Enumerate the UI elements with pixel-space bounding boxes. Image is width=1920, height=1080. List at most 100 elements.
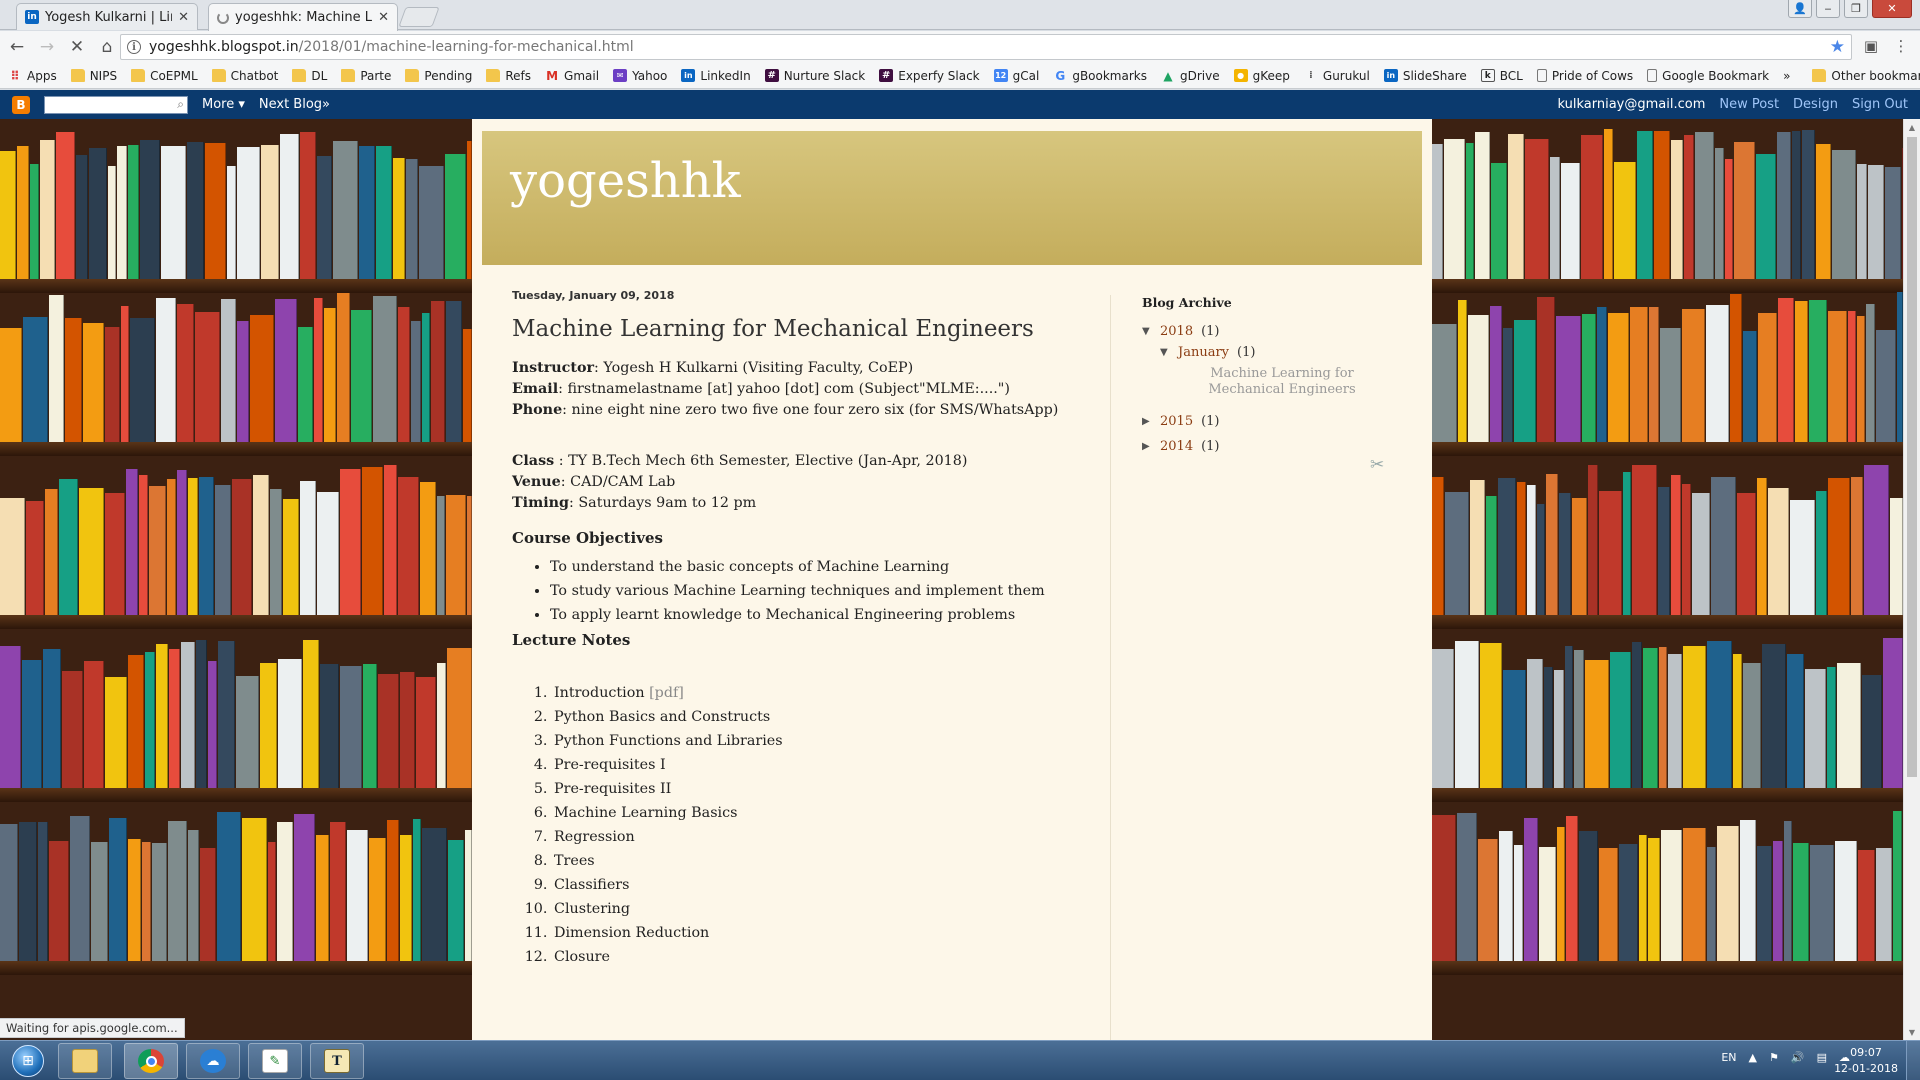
tray-expand-icon[interactable]: ▲: [1749, 1051, 1757, 1064]
book-spine: [1809, 300, 1827, 442]
tab-linkedin[interactable]: in Yogesh Kulkarni | LinkedIn ✕: [16, 3, 198, 30]
account-email[interactable]: kulkarniay@gmail.com: [1557, 97, 1705, 112]
bookmark-slideshare[interactable]: in SlideShare: [1383, 69, 1467, 83]
taskbar-cloud-sync[interactable]: ☁: [186, 1043, 240, 1079]
gmail-icon: M: [546, 68, 559, 83]
start-button[interactable]: ⊞: [5, 1043, 51, 1079]
bookmark-coepml[interactable]: CoEPML: [131, 69, 198, 83]
bookmark-parte[interactable]: Parte: [341, 69, 391, 83]
book-spine: [465, 830, 472, 961]
language-indicator[interactable]: EN: [1721, 1051, 1736, 1064]
vertical-scrollbar[interactable]: ▲ ▼: [1903, 119, 1920, 1040]
other-bookmarks[interactable]: Other bookmarks: [1812, 69, 1920, 83]
archive-year-2018[interactable]: ▼ 2018 (1): [1142, 324, 1402, 339]
bookmark-experfy-slack[interactable]: # Experfy Slack: [879, 69, 980, 83]
extension-icon[interactable]: ▣: [1862, 37, 1880, 55]
book-spine: [1550, 157, 1560, 279]
blog-archive-heading: Blog Archive: [1142, 295, 1232, 310]
list-item: To study various Machine Learning techni…: [550, 581, 1072, 602]
scroll-up-icon[interactable]: ▲: [1904, 119, 1920, 135]
bookmark-gurukul[interactable]: ⁞ Gurukul: [1304, 69, 1370, 83]
book-spine: [393, 158, 405, 279]
forward-button[interactable]: →: [34, 34, 60, 60]
archive-month-january[interactable]: ▼ January (1): [1160, 345, 1402, 360]
restore-button[interactable]: ❐: [1844, 0, 1868, 18]
home-button[interactable]: ⌂: [94, 34, 120, 60]
sign-out-link[interactable]: Sign Out: [1852, 97, 1908, 112]
bookmark-refs[interactable]: Refs: [486, 69, 531, 83]
taskbar-texstudio[interactable]: T: [310, 1043, 364, 1079]
book-spine: [278, 659, 302, 788]
design-link[interactable]: Design: [1793, 97, 1838, 112]
menu-icon[interactable]: ⋮: [1892, 37, 1910, 55]
book-spine: [130, 318, 155, 442]
lecture-list: Introduction [pdf] Python Basics and Con…: [552, 683, 1072, 968]
book-spine: [227, 166, 236, 279]
book-spine: [400, 672, 415, 788]
book-spine: [362, 467, 383, 615]
bookmark-dl[interactable]: DL: [292, 69, 327, 83]
bookmark-gkeep[interactable]: ● gKeep: [1233, 69, 1290, 83]
new-tab-button[interactable]: [398, 7, 440, 27]
bookmark-gmail[interactable]: M Gmail: [545, 69, 599, 83]
book-spine: [1604, 129, 1613, 279]
address-bar[interactable]: i yogeshhk.blogspot.in /2018/01/machine-…: [120, 34, 1852, 60]
bookmarks-overflow-button[interactable]: »: [1783, 69, 1790, 83]
pdf-link[interactable]: [pdf]: [649, 685, 684, 701]
bookmark-pride-of-cows[interactable]: Pride of Cows: [1536, 69, 1633, 83]
next-blog-link[interactable]: Next Blog»: [259, 97, 330, 112]
taskbar-clock[interactable]: 09:07 12-01-2018: [1834, 1045, 1898, 1077]
minimize-button[interactable]: ‒: [1816, 0, 1840, 18]
close-window-button[interactable]: ✕: [1872, 0, 1912, 18]
bookmark-apps[interactable]: ⠿ Apps: [8, 69, 56, 83]
bookmark-nips[interactable]: NIPS: [70, 69, 117, 83]
info-icon[interactable]: i: [127, 40, 141, 54]
show-desktop-button[interactable]: [1906, 1041, 1920, 1080]
blog-search-input[interactable]: ⌕: [44, 95, 188, 114]
expand-right-icon[interactable]: ▶: [1142, 416, 1152, 427]
taskbar-chrome[interactable]: [124, 1043, 178, 1079]
book-spine: [1445, 492, 1469, 615]
search-icon[interactable]: ⌕: [177, 97, 184, 112]
bookmark-gcal[interactable]: 12 gCal: [993, 69, 1039, 83]
close-tab-icon[interactable]: ✕: [378, 10, 389, 25]
bookmark-chatbot[interactable]: Chatbot: [211, 69, 278, 83]
archive-post-link[interactable]: Machine Learning for Mechanical Engineer…: [1177, 366, 1387, 398]
blog-content-area: yogeshhk Tuesday, January 09, 2018 Machi…: [472, 119, 1432, 1040]
blog-title[interactable]: yogeshhk: [510, 153, 741, 209]
archive-year-2015[interactable]: ▶ 2015 (1): [1142, 414, 1402, 429]
scrollbar-thumb[interactable]: [1907, 137, 1917, 777]
tab-active-blog[interactable]: yogeshhk: Machine Learning for Mechanica…: [208, 3, 398, 31]
folder-icon: [405, 69, 420, 82]
bookmark-gbookmarks[interactable]: GgBookmarks: [1053, 69, 1147, 83]
expand-down-icon[interactable]: ▼: [1142, 326, 1152, 337]
edit-gadget-icon[interactable]: ✂: [1370, 455, 1384, 475]
network-icon[interactable]: ▤: [1817, 1051, 1827, 1064]
bookmark-pending[interactable]: Pending: [405, 69, 472, 83]
bookmark-star-icon[interactable]: ★: [1830, 37, 1845, 57]
bookmark-bcl[interactable]: k BCL: [1480, 69, 1523, 83]
more-menu[interactable]: More ▾: [202, 97, 245, 112]
archive-year-2014[interactable]: ▶ 2014 (1): [1142, 439, 1402, 454]
bookmark-google-bookmark[interactable]: Google Bookmark: [1647, 69, 1769, 83]
flag-icon[interactable]: ⚑: [1769, 1051, 1779, 1064]
new-post-link[interactable]: New Post: [1719, 97, 1779, 112]
profile-icon[interactable]: 👤: [1788, 0, 1812, 18]
stop-button[interactable]: ✕: [64, 34, 90, 60]
taskbar-notepad[interactable]: ✎: [248, 1043, 302, 1079]
bookmark-linkedin[interactable]: in LinkedIn: [681, 69, 751, 83]
expand-right-icon[interactable]: ▶: [1142, 441, 1152, 452]
taskbar-explorer[interactable]: [58, 1043, 112, 1079]
blogger-logo-icon[interactable]: B: [12, 95, 30, 114]
bookmark-yahoo[interactable]: ✉ Yahoo: [613, 69, 667, 83]
expand-down-icon[interactable]: ▼: [1160, 347, 1170, 358]
close-tab-icon[interactable]: ✕: [178, 10, 189, 25]
book-spine: [1805, 669, 1826, 788]
book-spine: [108, 166, 116, 279]
volume-icon[interactable]: 🔊: [1791, 1051, 1805, 1064]
slack-icon: #: [879, 69, 894, 82]
bookmark-gdrive[interactable]: ▲ gDrive: [1161, 69, 1219, 83]
back-button[interactable]: ←: [4, 34, 30, 60]
bookmark-nurture-slack[interactable]: # Nurture Slack: [764, 69, 865, 83]
scroll-down-icon[interactable]: ▼: [1904, 1024, 1920, 1040]
